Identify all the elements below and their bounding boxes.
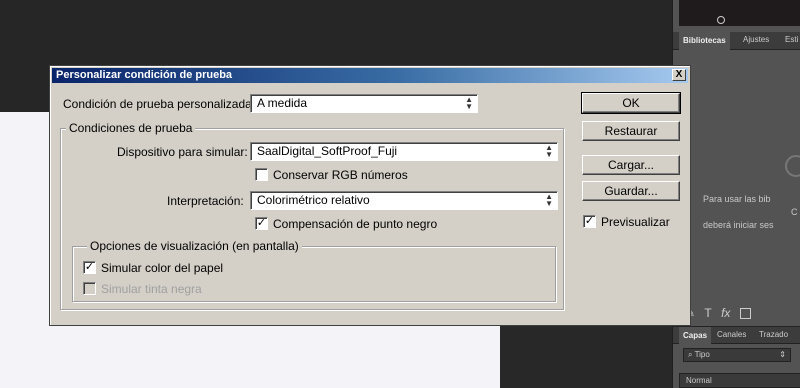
layer-kind-filter[interactable]: ⌕ Tipo ⇕ <box>683 348 791 362</box>
blend-mode-select[interactable]: Normal <box>679 373 800 388</box>
updown-icon: ▲ ▼ <box>545 192 553 208</box>
panel-toolbar: ✎ T fx <box>685 306 757 320</box>
simulate-black-ink-label: Simular tinta negra <box>101 282 202 296</box>
custom-condition-value: A medida <box>257 96 308 110</box>
libraries-panel-body: Para usar las bib C deberá iniciar ses <box>673 50 800 300</box>
checkmark-icon: ✓ <box>584 215 595 227</box>
panel-tabs-top: Bibliotecas Ajustes Esti <box>673 32 800 50</box>
intent-label: Interpretación: <box>167 194 244 208</box>
tab-styles[interactable]: Esti <box>785 35 798 44</box>
simulate-paper-label: Simular color del papel <box>101 261 224 275</box>
kind-filter-value: Tipo <box>694 350 710 359</box>
simulate-black-ink-checkbox[interactable] <box>83 282 96 295</box>
preview-label: Previsualizar <box>601 215 670 229</box>
color-picker-area[interactable] <box>679 0 800 26</box>
library-message-line: Para usar las bib <box>703 194 771 204</box>
right-panel: Bibliotecas Ajustes Esti Para usar las b… <box>672 0 800 388</box>
preview-checkbox[interactable]: ✓ <box>583 215 596 228</box>
black-point-checkbox[interactable]: ✓ <box>255 217 268 230</box>
library-message: Para usar las bib C deberá iniciar ses <box>703 193 800 232</box>
proof-conditions-title: Condiciones de prueba <box>66 121 196 135</box>
proof-condition-dialog: Personalizar condición de prueba X Condi… <box>49 65 691 326</box>
library-message-line: deberá iniciar ses <box>703 220 774 230</box>
intent-select[interactable]: Colorimétrico relativo ▲ ▼ <box>250 191 558 210</box>
device-label: Dispositivo para simular: <box>117 145 248 159</box>
custom-condition-label: Condición de prueba personalizada: <box>63 97 256 111</box>
intent-value: Colorimétrico relativo <box>257 193 370 207</box>
checkmark-icon: ✓ <box>256 217 267 229</box>
tab-libraries[interactable]: Bibliotecas <box>679 32 730 50</box>
simulate-paper-checkbox[interactable]: ✓ <box>83 261 96 274</box>
updown-icon: ▲ ▼ <box>465 95 473 111</box>
display-options-title: Opciones de visualización (en pantalla) <box>87 239 302 253</box>
updown-icon: ⇕ <box>779 350 786 359</box>
updown-icon: ▲ ▼ <box>545 143 553 159</box>
dialog-title: Personalizar condición de prueba <box>56 69 233 81</box>
ok-button[interactable]: OK <box>581 92 681 114</box>
panel-tabs-bottom: Capas Canales Trazado <box>673 326 800 345</box>
tab-layers[interactable]: Capas <box>679 327 712 345</box>
black-point-label: Compensación de punto negro <box>273 217 438 231</box>
reset-button[interactable]: Restaurar <box>582 121 680 141</box>
custom-condition-select[interactable]: A medida ▲ ▼ <box>250 94 478 113</box>
text-icon[interactable]: T <box>704 306 711 320</box>
library-message-line: C <box>791 207 798 217</box>
preserve-rgb-checkbox[interactable] <box>255 168 268 181</box>
device-value: SaalDigital_SoftProof_Fuji <box>257 144 398 158</box>
new-swatch-icon[interactable] <box>739 308 751 320</box>
dialog-titlebar[interactable]: Personalizar condición de prueba X <box>52 68 688 83</box>
checkmark-icon: ✓ <box>84 261 95 273</box>
tab-channels[interactable]: Canales <box>717 330 746 339</box>
tab-adjustments[interactable]: Ajustes <box>743 35 769 44</box>
fx-icon[interactable]: fx <box>721 306 730 320</box>
save-button[interactable]: Guardar... <box>582 181 680 201</box>
creative-cloud-icon <box>785 155 800 177</box>
load-button[interactable]: Cargar... <box>582 155 680 175</box>
device-select[interactable]: SaalDigital_SoftProof_Fuji ▲ ▼ <box>250 142 558 161</box>
color-picker-marker[interactable] <box>717 16 725 24</box>
tab-paths[interactable]: Trazado <box>759 330 788 339</box>
close-button[interactable]: X <box>672 69 686 81</box>
preserve-rgb-label: Conservar RGB números <box>273 168 408 182</box>
